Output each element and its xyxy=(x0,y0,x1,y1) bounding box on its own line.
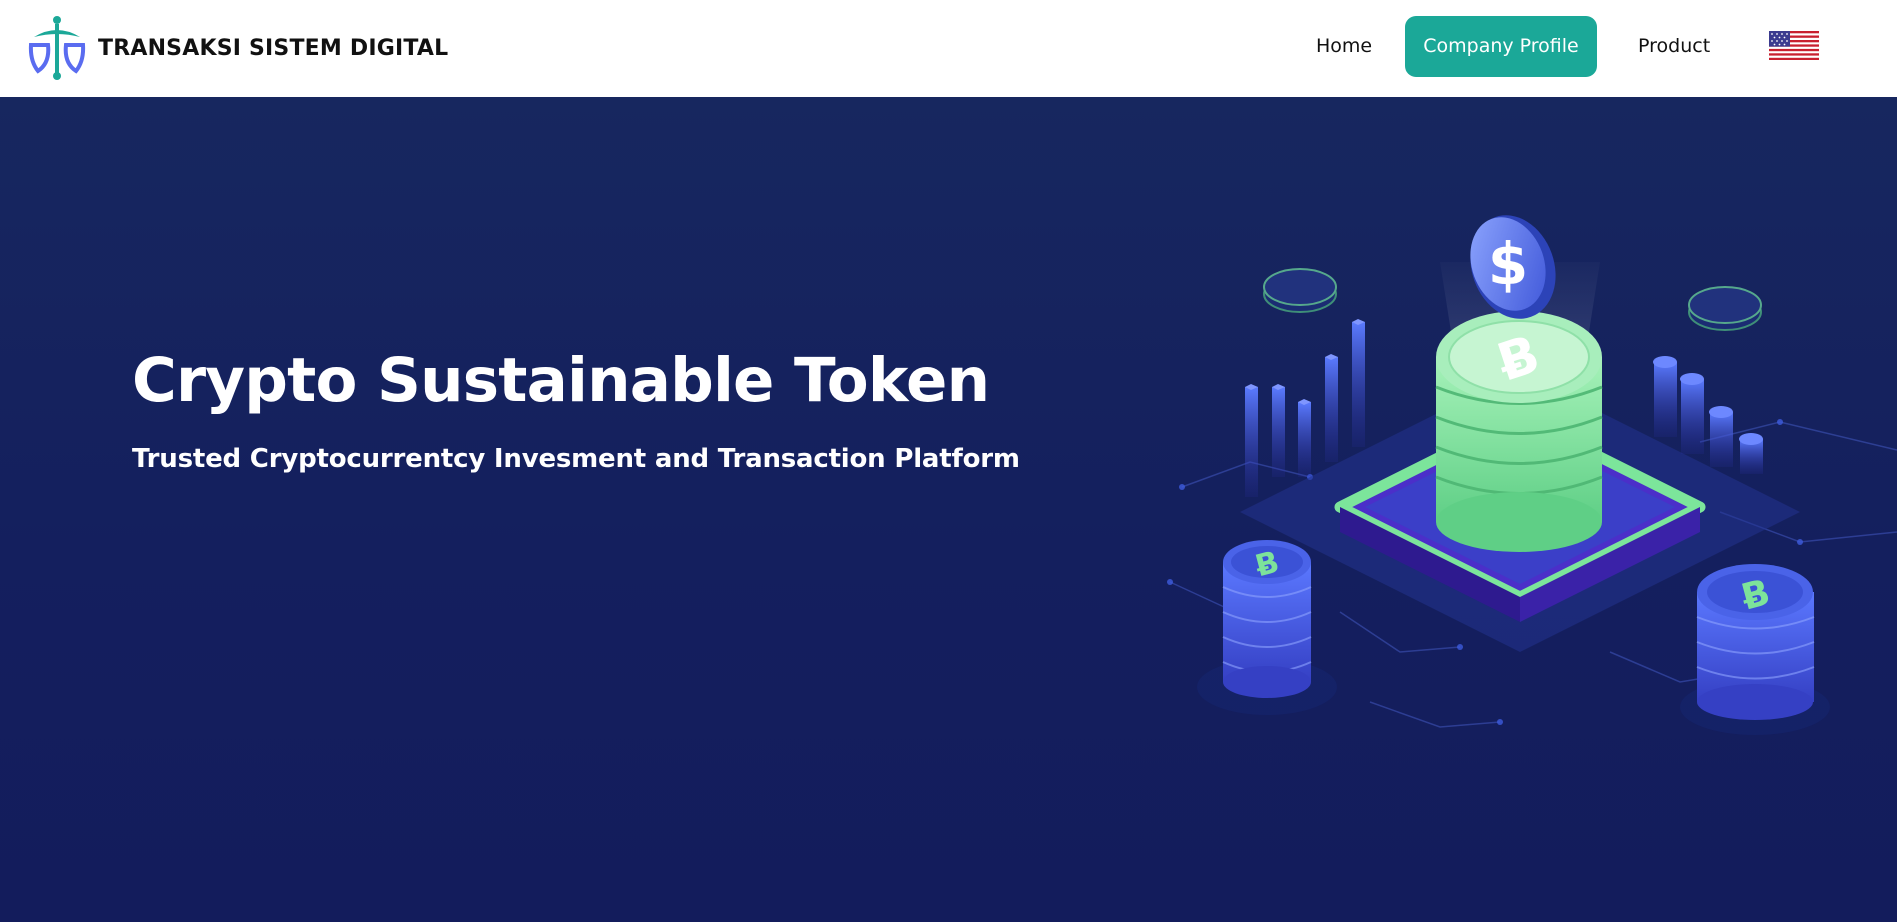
nav-product-link[interactable]: Product xyxy=(1638,16,1710,77)
us-flag-icon[interactable] xyxy=(1769,31,1819,60)
svg-text:$: $ xyxy=(1488,230,1528,298)
hero-section: Crypto Sustainable Token Trusted Cryptoc… xyxy=(0,97,1897,922)
tsd-logo-icon xyxy=(28,16,86,80)
hero-title: Crypto Sustainable Token xyxy=(132,345,990,416)
nav-home-link[interactable]: Home xyxy=(1316,16,1372,77)
hero-subtitle: Trusted Cryptocurrentcy Invesment and Tr… xyxy=(132,444,1020,474)
top-navbar: TRANSAKSI SISTEM DIGITAL Home Company Pr… xyxy=(0,0,1897,97)
nav-company-profile-button[interactable]: Company Profile xyxy=(1405,16,1597,77)
brand[interactable]: TRANSAKSI SISTEM DIGITAL xyxy=(28,15,448,81)
brand-name: TRANSAKSI SISTEM DIGITAL xyxy=(98,35,449,61)
crypto-token-isometric-illustration: Ƀ $ Ƀ Ƀ xyxy=(1167,215,1897,735)
